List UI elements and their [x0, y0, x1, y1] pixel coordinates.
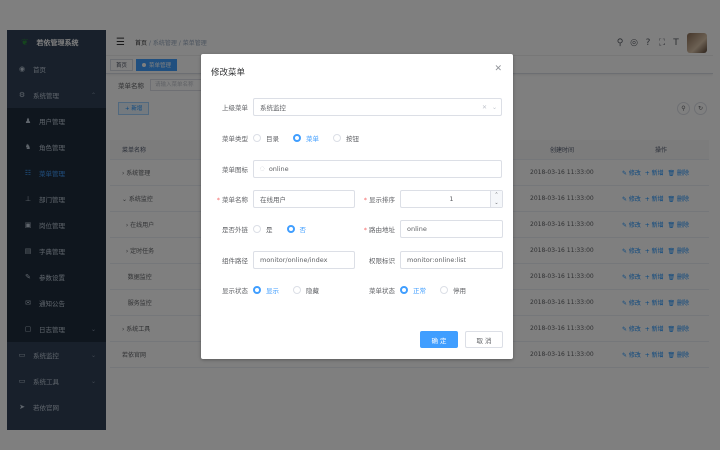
increase-icon[interactable]: ⌃	[494, 192, 498, 198]
name-row: 菜单名称 在线用户	[211, 190, 355, 208]
radio-label: 按钮	[346, 135, 359, 143]
close-icon[interactable]: ✕	[494, 64, 502, 74]
radio-dot	[440, 286, 448, 294]
frame-label: 是否外链	[222, 226, 248, 234]
decrease-icon[interactable]: ⌄	[494, 200, 498, 206]
confirm-button[interactable]: 确 定	[420, 331, 458, 348]
frame-row: 是否外链 是 否	[211, 220, 320, 238]
path-label: 路由地址	[358, 224, 400, 234]
order-stepper[interactable]: ⌃ ⌄	[490, 191, 502, 207]
parent-row: 上级菜单 系统监控 ✕ ⌄	[211, 98, 502, 116]
online-icon: ◌	[260, 166, 265, 172]
path-row: 路由地址 online	[358, 220, 503, 238]
radio-dot	[293, 286, 301, 294]
clear-icon[interactable]: ✕	[482, 104, 487, 111]
radio-dot	[333, 134, 341, 142]
order-label: 显示排序	[358, 194, 400, 204]
perms-input[interactable]: monitor:online:list	[400, 251, 503, 269]
chevron-down-icon: ⌄	[491, 103, 497, 111]
type-label: 菜单类型	[222, 135, 248, 143]
parent-value: 系统监控	[260, 104, 286, 112]
radio-label: 目录	[266, 135, 279, 143]
perms-label: 权限标识	[369, 257, 395, 265]
radio-dot	[293, 134, 301, 142]
radio-label: 隐藏	[306, 287, 319, 295]
frame-radio-yes[interactable]: 是	[253, 224, 273, 234]
edit-menu-dialog: 修改菜单 ✕ 上级菜单 系统监控 ✕ ⌄ 菜单类型 目录 菜单 按钮 菜单图标 ◌ o…	[201, 54, 513, 359]
type-radio-menu[interactable]: 菜单	[293, 133, 319, 143]
perms-row: 权限标识 monitor:online:list	[358, 251, 503, 269]
order-number-input[interactable]: 1 ⌃ ⌄	[400, 190, 503, 208]
radio-label: 否	[299, 226, 307, 234]
visible-radio-show[interactable]: 显示	[253, 285, 279, 295]
radio-label: 菜单	[306, 135, 319, 143]
type-row: 菜单类型 目录 菜单 按钮	[211, 129, 373, 147]
icon-row: 菜单图标 ◌ online	[211, 160, 502, 178]
radio-label: 显示	[266, 287, 279, 295]
type-radio-dir[interactable]: 目录	[253, 133, 279, 143]
radio-dot	[253, 225, 261, 233]
menu-name-input[interactable]: 在线用户	[253, 190, 355, 208]
icon-value: online	[268, 165, 289, 173]
frame-radio-no[interactable]: 否	[286, 224, 307, 234]
visible-radio-hide[interactable]: 隐藏	[293, 285, 319, 295]
status-radio-normal[interactable]: 正常	[400, 285, 426, 295]
icon-label: 菜单图标	[222, 166, 248, 174]
radio-dot	[253, 134, 261, 142]
dialog-title: 修改菜单	[211, 68, 246, 78]
menu-icon-input[interactable]: ◌ online	[253, 160, 502, 178]
name-label: 菜单名称	[211, 194, 253, 204]
component-row: 组件路径 monitor/online/index	[211, 251, 355, 269]
radio-label: 正常	[413, 287, 426, 295]
type-radio-button[interactable]: 按钮	[333, 133, 359, 143]
status-radio-disabled[interactable]: 停用	[440, 285, 466, 295]
order-row: 显示排序 1⌃⌄	[358, 190, 503, 208]
component-path-input[interactable]: monitor/online/index	[253, 251, 355, 269]
parent-menu-select[interactable]: 系统监控 ✕ ⌄	[253, 98, 502, 116]
visible-row: 显示状态 显示 隐藏	[211, 281, 333, 299]
cancel-button[interactable]: 取 消	[465, 331, 503, 348]
route-path-input[interactable]: online	[400, 220, 503, 238]
status-label: 菜单状态	[369, 287, 395, 295]
radio-dot	[286, 225, 295, 233]
visible-label: 显示状态	[222, 287, 248, 295]
radio-label: 停用	[453, 287, 466, 295]
status-row: 菜单状态 正常 停用	[358, 281, 480, 299]
radio-dot	[400, 286, 408, 294]
component-label: 组件路径	[222, 257, 248, 265]
parent-label: 上级菜单	[222, 104, 248, 112]
order-value: 1	[449, 195, 454, 203]
radio-label: 是	[266, 226, 273, 234]
radio-dot	[253, 286, 261, 294]
